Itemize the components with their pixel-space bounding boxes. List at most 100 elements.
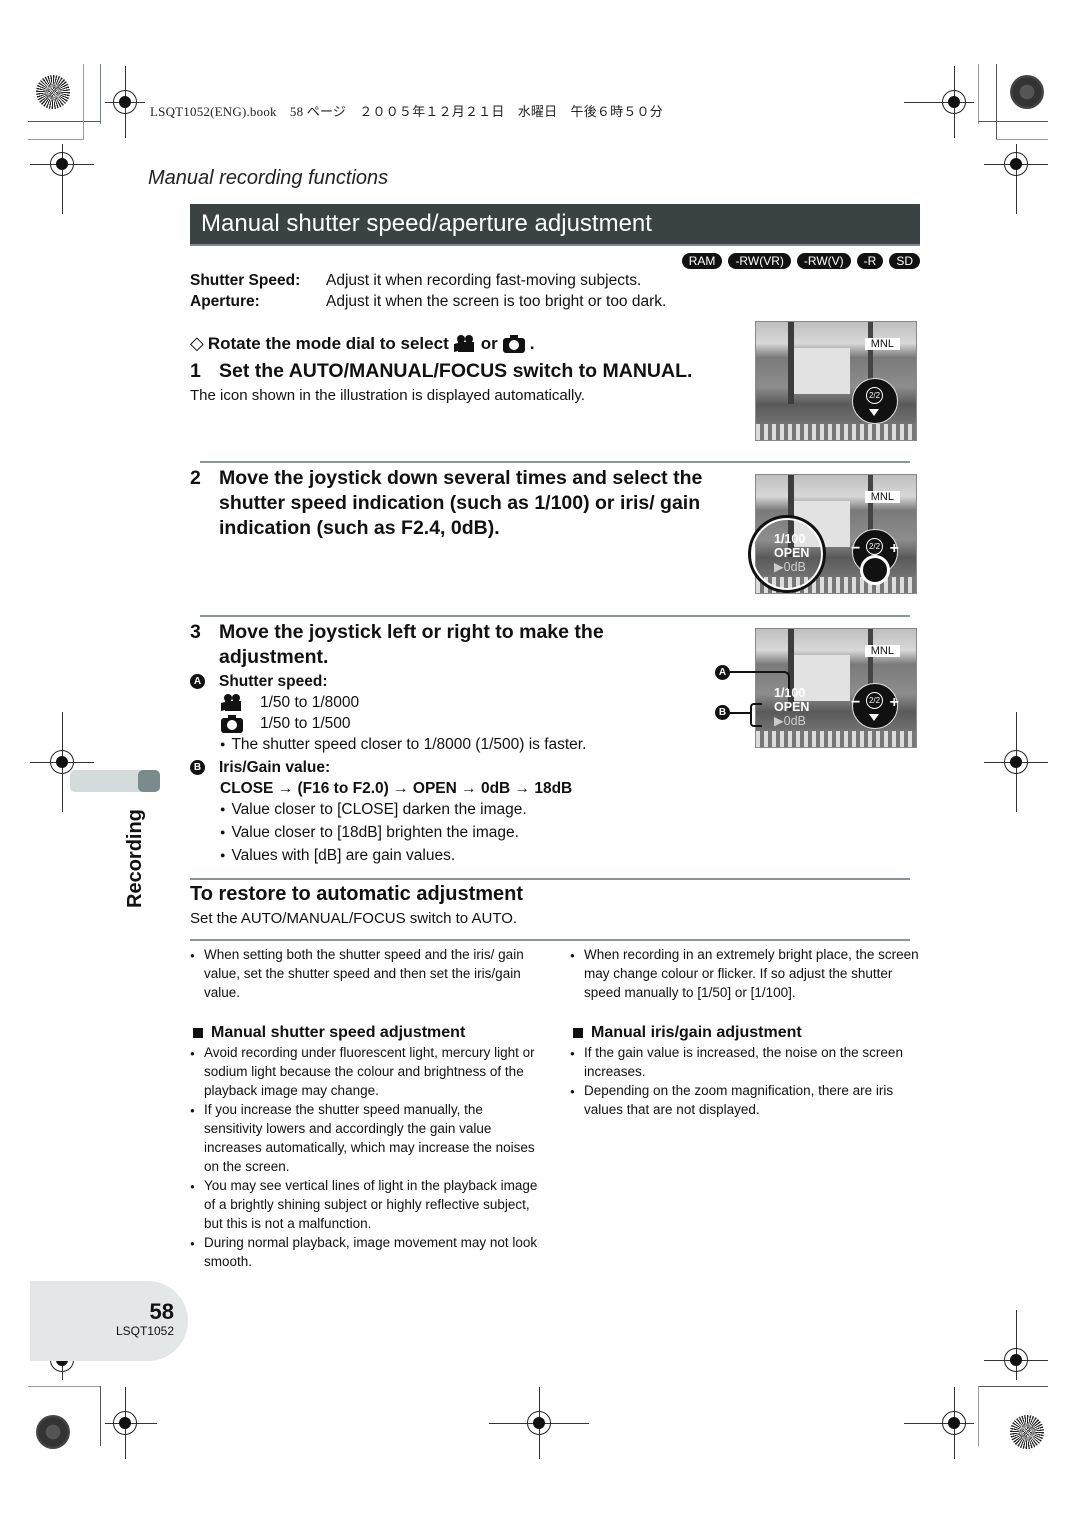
crop-mark xyxy=(28,121,101,122)
photo-shutter-range: 1/50 to 1/500 xyxy=(260,715,351,732)
step-1: 1 Set the AUTO/MANUAL/FOCUS switch to MA… xyxy=(190,359,750,384)
general-notes-right: When recording in an extremely bright pl… xyxy=(570,945,920,1002)
iris-adjust-item: Depending on the zoom magnification, the… xyxy=(570,1081,923,1119)
definition-desc: Adjust it when the screen is too bright … xyxy=(326,293,667,310)
print-header: LSQT1052(ENG).book 58 ページ ２００５年１２月２１日 水曜… xyxy=(150,104,663,119)
still-camera-icon xyxy=(502,334,525,353)
divider xyxy=(190,878,910,880)
step-text: Set the AUTO/MANUAL/FOCUS switch to MANU… xyxy=(219,360,693,382)
general-note: When setting both the shutter speed and … xyxy=(190,945,540,1002)
page-title-bar: Manual shutter speed/aperture adjustment xyxy=(190,204,920,246)
page-title: Manual shutter speed/aperture adjustment xyxy=(201,210,652,237)
shutter-adjust-item: During normal playback, image movement m… xyxy=(190,1233,543,1271)
section-label: Manual recording functions xyxy=(148,167,389,189)
crop-mark xyxy=(996,64,997,140)
media-badge-sd: SD xyxy=(889,253,920,269)
shutter-speed-label: Shutter speed: xyxy=(219,673,328,690)
shutter-adjust-item: If you increase the shutter speed manual… xyxy=(190,1100,543,1176)
step-3: 3 Move the joystick left or right to mak… xyxy=(190,620,650,670)
step-1-note: The icon shown in the illustration is di… xyxy=(190,387,585,404)
lcd-illustration-1: MNL 2/2 xyxy=(755,321,917,441)
pre-step-text: Rotate the mode dial to select xyxy=(207,333,449,353)
iris-gain-label: Iris/Gain value: xyxy=(219,759,331,776)
osd-values: 1/100 OPEN ▶0dB xyxy=(774,686,810,728)
shutter-speed-block: A Shutter speed: 1/50 to 1/8000 1/50 to … xyxy=(190,671,710,868)
divider xyxy=(200,461,910,463)
iris-gain-note: Value closer to [CLOSE] darken the image… xyxy=(220,799,710,822)
square-bullet-icon xyxy=(573,1028,583,1038)
definition-term: Aperture: xyxy=(190,293,260,310)
media-badge-r: -R xyxy=(856,253,884,269)
callout-a: A xyxy=(715,665,730,680)
crop-mark xyxy=(28,139,84,140)
iris-gain-sequence: CLOSE → (F16 to F2.0) → OPEN → 0dB → 18d… xyxy=(220,780,573,797)
iris-adjust-heading: Manual iris/gain adjustment xyxy=(591,1024,802,1041)
definition-row: Aperture: Adjust it when the screen is t… xyxy=(190,291,666,312)
still-camera-icon xyxy=(221,714,243,733)
mnl-indicator: MNL xyxy=(864,491,900,503)
definition-row: Shutter Speed: Adjust it when recording … xyxy=(190,270,666,291)
shutter-adjust-section: Manual shutter speed adjustment Avoid re… xyxy=(190,1024,543,1271)
joystick-icon: 2/2 xyxy=(852,378,898,424)
diamond-icon: ◇ xyxy=(190,333,204,353)
crop-mark xyxy=(978,121,1048,122)
callout-a-marker: A xyxy=(190,674,205,689)
callout-b-bracket xyxy=(750,703,762,727)
iris-gain-note: Value closer to [18dB] brighten the imag… xyxy=(220,822,710,845)
video-camera-icon xyxy=(221,693,241,711)
joystick-down-highlight xyxy=(860,555,890,585)
callout-b: B xyxy=(715,705,730,720)
shutter-speed-note: The shutter speed closer to 1/8000 (1/50… xyxy=(220,734,710,757)
shutter-adjust-item: You may see vertical lines of light in t… xyxy=(190,1176,543,1233)
square-bullet-icon xyxy=(193,1028,203,1038)
print-rosette-mark xyxy=(36,1415,70,1449)
iris-adjust-item: If the gain value is increased, the nois… xyxy=(570,1043,923,1081)
media-badge-rw-vr: -RW(VR) xyxy=(728,253,791,269)
print-rosette-mark xyxy=(1010,1415,1044,1449)
step-number: 1 xyxy=(190,360,201,382)
media-badge-ram: RAM xyxy=(681,253,723,269)
step-number: 3 xyxy=(190,621,201,643)
divider xyxy=(190,939,910,941)
callout-a-leader xyxy=(730,671,790,689)
print-rosette-mark xyxy=(36,75,70,109)
iris-adjust-section: Manual iris/gain adjustment If the gain … xyxy=(570,1024,923,1119)
step-number: 2 xyxy=(190,467,201,489)
step-2: 2 Move the joystick down several times a… xyxy=(190,466,730,541)
step-text: Move the joystick down several times and… xyxy=(219,467,703,539)
chapter-tab-label: Recording xyxy=(124,809,146,908)
general-note: When recording in an extremely bright pl… xyxy=(570,945,920,1002)
print-rosette-mark xyxy=(1010,75,1044,109)
pre-step: ◇ Rotate the mode dial to select or . xyxy=(190,333,534,354)
general-notes-left: When setting both the shutter speed and … xyxy=(190,945,540,1002)
crop-mark xyxy=(996,139,1048,140)
video-shutter-range: 1/50 to 1/8000 xyxy=(260,694,360,711)
chapter-tab xyxy=(70,770,160,792)
definitions: Shutter Speed: Adjust it when recording … xyxy=(190,270,666,312)
shutter-adjust-heading: Manual shutter speed adjustment xyxy=(211,1024,466,1041)
crop-mark xyxy=(100,1386,101,1446)
pre-step-end: . xyxy=(529,333,535,353)
crop-mark xyxy=(978,1386,979,1446)
step-text: Move the joystick left or right to make … xyxy=(219,621,604,668)
definition-desc: Adjust it when recording fast-moving sub… xyxy=(326,272,642,289)
page-number: 58 xyxy=(149,1299,174,1324)
video-camera-icon xyxy=(453,334,474,352)
restore-heading: To restore to automatic adjustment xyxy=(190,883,524,905)
crop-mark xyxy=(978,1386,1048,1387)
restore-text: Set the AUTO/MANUAL/FOCUS switch to AUTO… xyxy=(190,910,518,927)
shutter-adjust-item: Avoid recording under fluorescent light,… xyxy=(190,1043,543,1100)
pre-step-or: or xyxy=(480,333,498,353)
page-footer: 58 LSQT1052 xyxy=(30,1281,188,1361)
callout-b-marker: B xyxy=(190,760,205,775)
callout-b-leader xyxy=(730,712,750,714)
joystick-icon: − 2/2 + xyxy=(851,683,899,729)
document-code: LSQT1052 xyxy=(115,1324,174,1338)
mnl-indicator: MNL xyxy=(864,645,900,657)
divider xyxy=(200,615,910,617)
osd-highlight-ring xyxy=(748,515,826,593)
iris-gain-note: Values with [dB] are gain values. xyxy=(220,845,710,868)
crop-mark xyxy=(100,64,101,124)
crop-mark xyxy=(978,64,979,124)
crop-mark xyxy=(28,1386,101,1387)
